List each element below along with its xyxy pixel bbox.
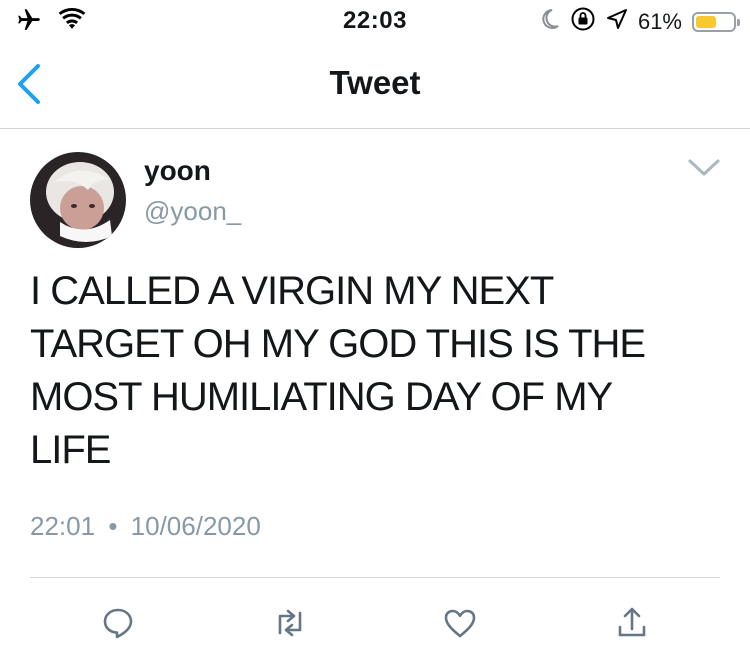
tweet-timestamp: 22:01 • 10/06/2020: [30, 511, 261, 542]
more-options-button[interactable]: [686, 156, 722, 180]
like-button[interactable]: [440, 603, 480, 643]
avatar[interactable]: [30, 152, 126, 248]
moon-icon: [540, 8, 560, 35]
nav-bar: Tweet: [0, 40, 750, 129]
battery-fill: [696, 15, 717, 28]
reply-button[interactable]: [98, 603, 138, 643]
reply-icon: [103, 608, 133, 639]
tweet-text: I CALLED A VIRGIN MY NEXT TARGET OH MY G…: [30, 265, 720, 477]
divider: [30, 577, 720, 578]
location-arrow-icon: [606, 8, 628, 35]
page-title: Tweet: [329, 64, 421, 101]
share-button[interactable]: [612, 603, 652, 643]
battery-icon: [692, 11, 740, 32]
tweet-text-line: LIFE: [30, 428, 111, 472]
tweet-text-line: TARGET OH MY GOD THIS IS THE: [30, 322, 646, 366]
status-bar: 22:03 61%: [0, 0, 750, 40]
chevron-down-icon: [688, 159, 720, 176]
like-icon: [444, 609, 476, 638]
battery-percent: 61%: [637, 8, 682, 34]
share-icon: [618, 607, 646, 637]
display-name[interactable]: yoon: [144, 155, 211, 187]
status-right: 61%: [540, 6, 740, 37]
tweet-date: 10/06/2020: [130, 511, 261, 541]
meta-separator: •: [108, 511, 118, 541]
tweet-text-line: MOST HUMILIATING DAY OF MY: [30, 375, 613, 419]
orientation-lock-icon: [570, 6, 596, 37]
retweet-button[interactable]: [270, 603, 310, 643]
retweet-icon: [278, 609, 302, 637]
tweet-text-line: I CALLED A VIRGIN MY NEXT: [30, 269, 554, 313]
battery-cap: [737, 18, 740, 26]
tweet-time: 22:01: [30, 511, 96, 541]
user-handle[interactable]: @yoon_: [144, 196, 241, 227]
